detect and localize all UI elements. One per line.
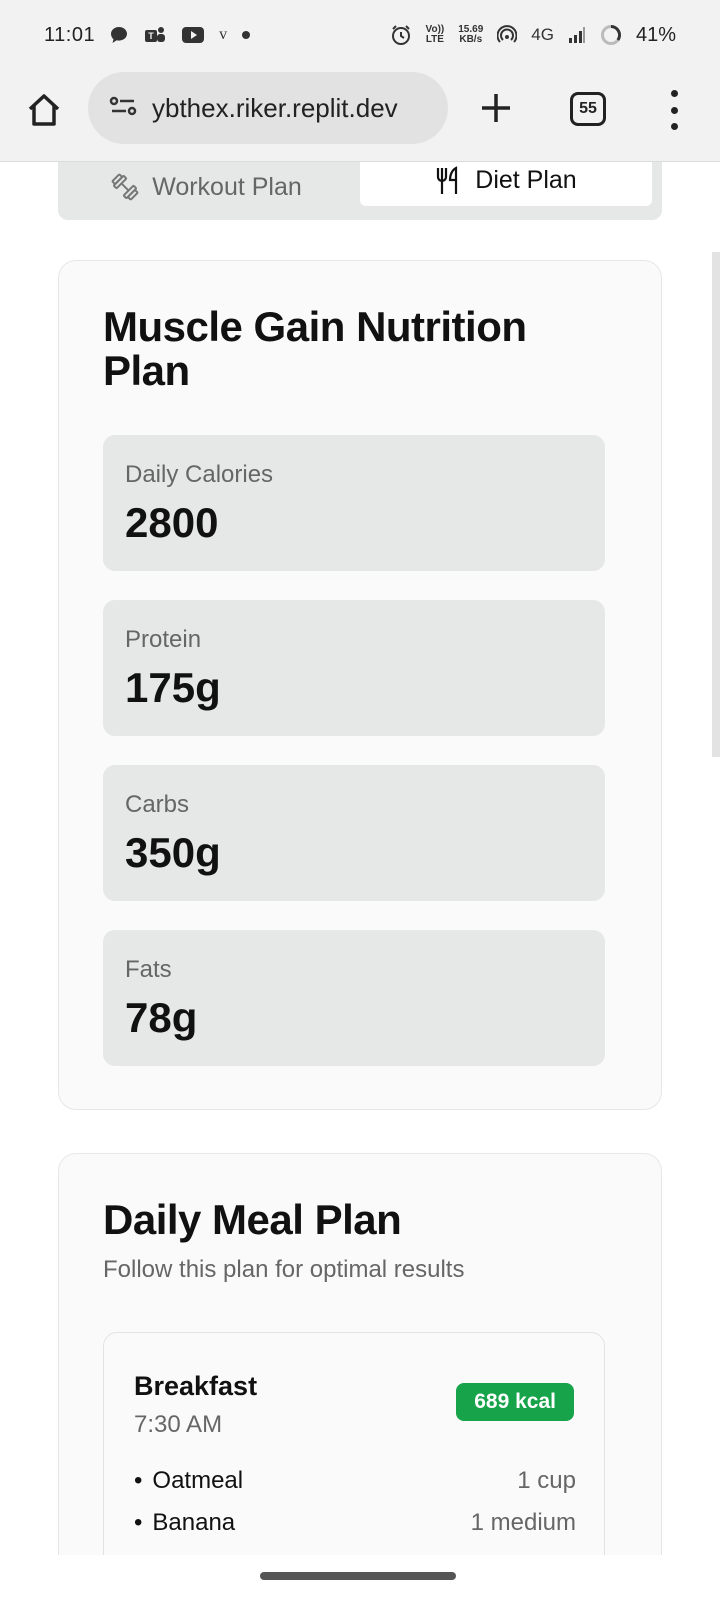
food-name: Banana [134, 1509, 235, 1537]
home-button[interactable] [24, 90, 64, 134]
navigation-gesture-area [0, 1555, 720, 1600]
scrollbar[interactable] [712, 252, 720, 757]
meal-time: 7:30 AM [134, 1411, 223, 1438]
youtube-icon [181, 26, 205, 44]
network-speed: 15.69 KB/s [458, 25, 483, 45]
nutrition-title: Muscle Gain Nutrition Plan [103, 303, 527, 394]
status-time: 11:01 [44, 23, 96, 46]
v-notification-icon: v [219, 26, 228, 43]
status-right: Vo)) LTE 15.69 KB/s 4G 41% [390, 24, 676, 47]
stat-daily-calories: Daily Calories 2800 [103, 435, 605, 571]
stat-value: 175g [125, 664, 221, 711]
nutrition-card: Muscle Gain Nutrition Plan Daily Calorie… [58, 260, 662, 1110]
browser-menu-button[interactable] [664, 90, 684, 130]
meal-plan-card: Daily Meal Plan Follow this plan for opt… [58, 1153, 662, 1555]
food-item: Banana 1 medium [134, 1509, 576, 1537]
stat-carbs: Carbs 350g [103, 765, 605, 901]
battery-ring-icon [600, 24, 622, 46]
status-bar: 11:01 T v Vo)) LTE 15.69 KB/s 4G 41% [0, 0, 720, 70]
new-tab-button[interactable] [476, 88, 516, 128]
signal-icon [568, 26, 586, 44]
site-settings-icon[interactable] [108, 94, 142, 123]
volte-icon: Vo)) LTE [426, 25, 445, 45]
utensils-icon [435, 165, 461, 195]
stat-protein: Protein 175g [103, 600, 605, 736]
network-type: 4G [531, 25, 554, 44]
hotspot-icon [497, 25, 518, 45]
volte-bottom-text: LTE [425, 34, 444, 45]
menu-dot [670, 106, 678, 114]
tab-workout-plan[interactable]: Workout Plan [58, 162, 354, 212]
menu-dot [670, 123, 678, 130]
food-item: Oatmeal 1 cup [134, 1467, 576, 1495]
more-notifications-dot-icon [241, 30, 251, 40]
stat-fats: Fats 78g [103, 930, 605, 1066]
svg-text:T: T [148, 31, 154, 41]
meal-plan-title: Daily Meal Plan [103, 1196, 402, 1243]
page-content: Workout Plan Diet Plan Muscle Gain Nutri… [0, 162, 720, 1555]
stat-value: 2800 [125, 499, 219, 546]
url-text[interactable]: ybthex.riker.replit.dev [152, 93, 398, 124]
meal-plan-subtitle: Follow this plan for optimal results [103, 1256, 465, 1283]
food-name: Oatmeal [134, 1467, 243, 1495]
stat-value: 350g [125, 829, 221, 876]
stat-label: Daily Calories [125, 461, 274, 488]
chat-notification-icon [109, 25, 129, 45]
gesture-handle[interactable] [260, 1572, 456, 1580]
menu-dot [670, 90, 678, 97]
stat-label: Fats [125, 956, 172, 983]
dumbbell-icon [110, 172, 140, 202]
home-icon [28, 94, 60, 126]
speed-unit: KB/s [459, 34, 483, 45]
food-quantity: 1 cup [517, 1467, 576, 1494]
food-quantity: 1 medium [470, 1509, 576, 1536]
plus-icon [482, 94, 510, 122]
stat-label: Protein [125, 626, 202, 653]
teams-icon: T [143, 25, 167, 45]
tab-diet-plan[interactable]: Diet Plan [360, 162, 652, 206]
tab-switcher-button[interactable]: 55 [570, 92, 606, 126]
battery-percent: 41% [635, 23, 676, 46]
stat-value: 78g [125, 994, 198, 1041]
kcal-badge: 689 kcal [456, 1383, 574, 1421]
meal-card-breakfast: Breakfast 7:30 AM 689 kcal Oatmeal 1 cup… [103, 1332, 605, 1555]
tab-diet-label: Diet Plan [475, 165, 577, 194]
alarm-icon [390, 24, 412, 46]
meal-name: Breakfast [134, 1371, 258, 1401]
tab-workout-label: Workout Plan [152, 172, 302, 201]
address-bar[interactable]: ybthex.riker.replit.dev [88, 72, 448, 144]
plan-tabs: Workout Plan Diet Plan [58, 162, 662, 220]
browser-toolbar: ybthex.riker.replit.dev 55 [0, 70, 720, 162]
stat-label: Carbs [125, 791, 190, 818]
status-left: 11:01 T v [44, 24, 251, 47]
